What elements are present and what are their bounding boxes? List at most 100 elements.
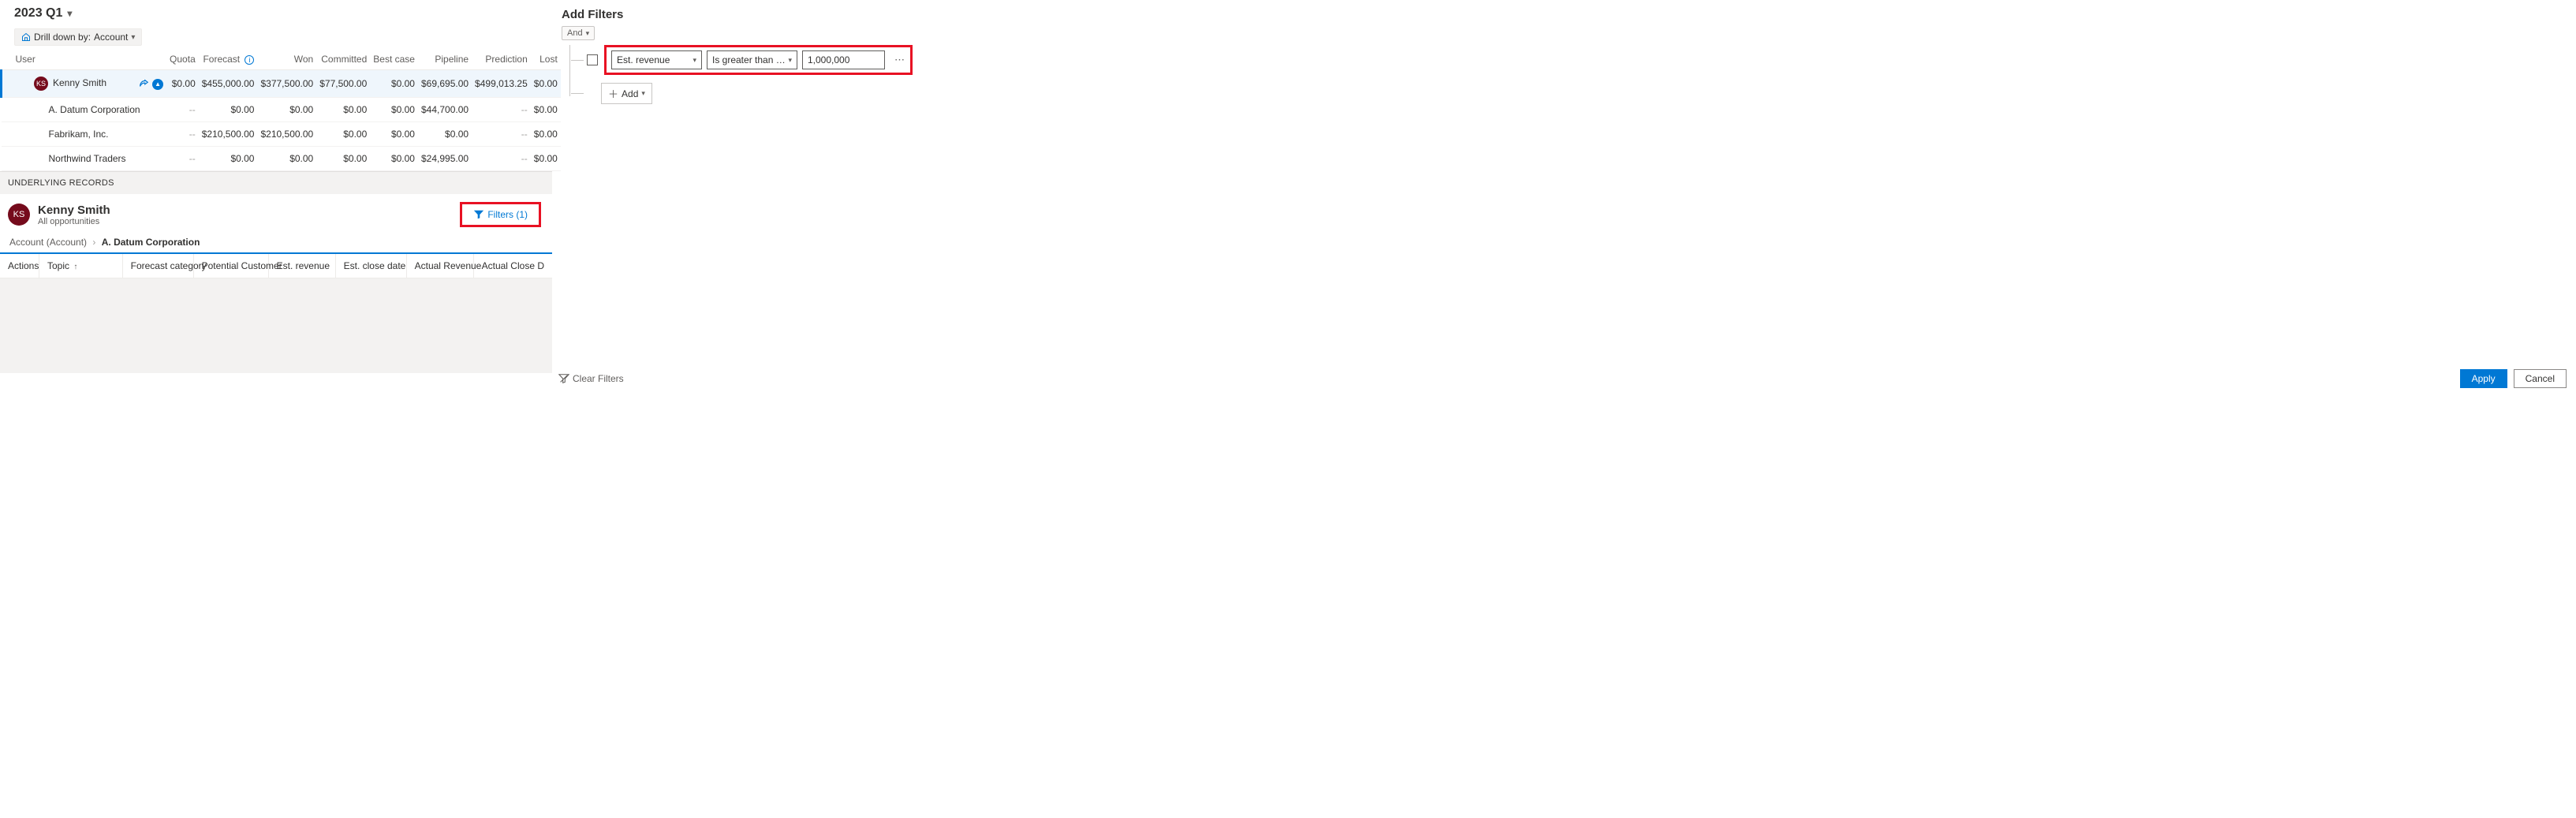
underlying-records-header: Underlying Records [0,171,552,194]
row-name: Kenny Smith [53,77,106,88]
chevron-right-icon: › [92,237,95,248]
cell-committed: $0.00 [316,122,370,147]
cell-forecast: $455,000.00 [199,70,258,98]
cell-best: $0.00 [370,98,418,122]
col-actions[interactable]: Actions [0,254,39,278]
cell-pipeline: $44,700.00 [418,98,472,122]
row-name-cell: KS Kenny Smith ▲ [2,70,167,98]
cell-won: $0.00 [257,98,316,122]
avatar: KS [34,77,48,91]
chevron-down-icon: ▾ [131,33,135,42]
filter-value-input[interactable]: 1,000,000 [802,50,885,69]
apply-button[interactable]: Apply [2460,369,2507,388]
cell-committed: $0.00 [316,147,370,171]
cell-prediction: -- [472,147,531,171]
add-condition-button[interactable]: ＋ Add ▾ [601,83,652,104]
filter-field-select[interactable]: Est. revenue ▾ [611,50,702,69]
cell-won: $0.00 [257,147,316,171]
add-filters-title: Add Filters [558,8,2576,24]
cell-quota: -- [166,98,199,122]
clear-filter-icon [558,373,569,384]
filter-condition-row: Est. revenue ▾ Is greater than or equal … [571,45,2576,75]
drill-value: Account [94,32,128,43]
profile-name: Kenny Smith [38,204,110,217]
condition-checkbox[interactable] [587,54,598,65]
period-selector[interactable]: 2023 Q1 ▾ [0,0,552,24]
profile-sub: All opportunities [38,217,110,226]
plus-icon: ＋ [608,86,618,101]
col-est-rev[interactable]: Est. revenue [269,254,336,278]
group-operator-button[interactable]: And ▾ [562,26,595,40]
chevron-down-icon: ▾ [693,56,696,65]
table-row[interactable]: A. Datum Corporation--$0.00$0.00$0.00$0.… [2,98,561,122]
col-committed[interactable]: Committed [316,49,370,70]
col-topic-label: Topic [47,260,69,271]
more-icon[interactable]: ⋯ [894,54,905,66]
filter-field-value: Est. revenue [617,54,670,65]
filters-highlight: Filters (1) [460,202,541,227]
cell-pipeline: $0.00 [418,122,472,147]
tree-line [571,60,584,61]
breadcrumb-current: A. Datum Corporation [102,237,200,248]
chevron-down-icon: ▾ [586,29,590,38]
filter-value-text: 1,000,000 [808,54,849,65]
add-label: Add [622,88,638,99]
col-actual-close[interactable]: Actual Close D [474,254,552,278]
col-actual-rev[interactable]: Actual Revenue [407,254,474,278]
share-icon[interactable] [138,78,149,89]
row-name: A. Datum Corporation [49,104,140,115]
cell-best: $0.00 [370,122,418,147]
filter-operator-select[interactable]: Is greater than or equal ... ▾ [707,50,797,69]
info-icon[interactable]: i [245,55,254,65]
col-user[interactable]: User [2,49,167,70]
col-forecast-cat[interactable]: Forecast category [123,254,194,278]
row-name-cell: Fabrikam, Inc. [2,122,167,147]
col-forecast[interactable]: Forecast i [199,49,258,70]
row-name-cell: A. Datum Corporation [2,98,167,122]
period-label: 2023 Q1 [14,6,62,21]
filters-button[interactable]: Filters (1) [467,206,534,223]
table-row[interactable]: Northwind Traders--$0.00$0.00$0.00$0.00$… [2,147,561,171]
profile-block: KS Kenny Smith All opportunities [8,204,110,226]
table-row[interactable]: Fabrikam, Inc.--$210,500.00$210,500.00$0… [2,122,561,147]
arrow-up-circle-icon[interactable]: ▲ [152,79,163,90]
clear-filters-button[interactable]: Clear Filters [558,373,624,384]
cell-prediction: $499,013.25 [472,70,531,98]
table-row[interactable]: KSKenny Smith▲$0.00$455,000.00$377,500.0… [2,70,561,98]
row-name-cell: Northwind Traders [2,147,167,171]
cell-pipeline: $69,695.00 [418,70,472,98]
cell-quota: $0.00 [166,70,199,98]
clear-filters-label: Clear Filters [573,373,624,384]
cell-committed: $77,500.00 [316,70,370,98]
cell-quota: -- [166,147,199,171]
forecast-table: User Quota Forecast i Won Committed Best… [0,49,561,171]
cell-won: $377,500.00 [257,70,316,98]
col-forecast-label: Forecast [203,54,240,65]
cell-best: $0.00 [370,70,418,98]
condition-highlight: Est. revenue ▾ Is greater than or equal … [604,45,913,75]
col-quota[interactable]: Quota [166,49,199,70]
cancel-button[interactable]: Cancel [2514,369,2567,388]
drill-down-pill[interactable]: Drill down by: Account ▾ [14,28,142,46]
cell-forecast: $0.00 [199,147,258,171]
avatar: KS [8,204,30,226]
cell-committed: $0.00 [316,98,370,122]
sort-up-icon: ↑ [73,263,77,271]
breadcrumb-root[interactable]: Account (Account) [9,237,87,248]
drill-prefix: Drill down by: [34,32,91,43]
col-potential[interactable]: Potential Customer [194,254,269,278]
row-name: Northwind Traders [49,153,126,164]
cell-pipeline: $24,995.00 [418,147,472,171]
col-est-close[interactable]: Est. close date [336,254,407,278]
cell-quota: -- [166,122,199,147]
cell-best: $0.00 [370,147,418,171]
breadcrumb: Account (Account) › A. Datum Corporation [0,233,552,254]
col-topic[interactable]: Topic ↑ [39,254,123,278]
tree-line [571,93,584,94]
col-won[interactable]: Won [257,49,316,70]
cell-prediction: -- [472,98,531,122]
col-prediction[interactable]: Prediction [472,49,531,70]
col-best[interactable]: Best case [370,49,418,70]
and-label: And [567,28,583,38]
col-pipeline[interactable]: Pipeline [418,49,472,70]
